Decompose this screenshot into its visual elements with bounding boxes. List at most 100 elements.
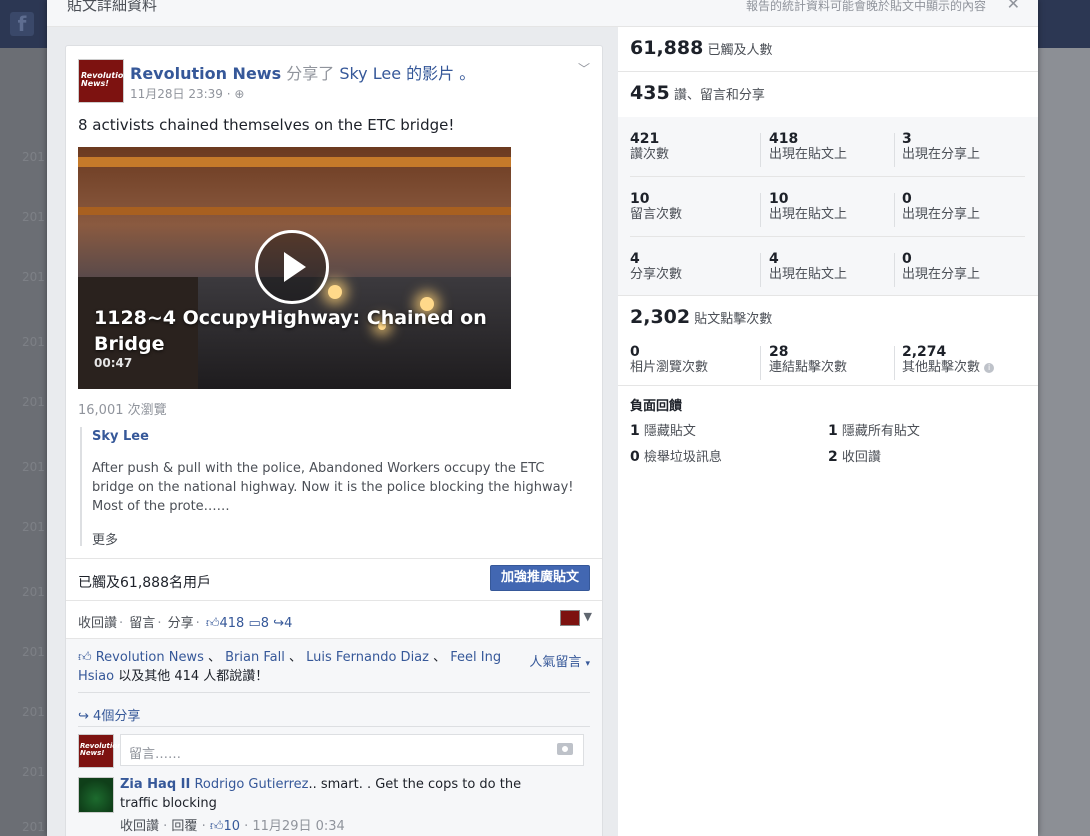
stat-label: 出現在分享上 [902,207,981,222]
comment-mention-link[interactable]: Rodrigo Gutierrez [194,777,308,792]
list-separator: 、 [288,650,302,665]
comment-reply-link[interactable]: 回覆 [171,819,197,834]
background-year-label: 201 [22,210,45,224]
stat-value: 4 [769,251,779,267]
stat-value: 418 [769,131,799,147]
stat-label: 出現在分享上 [902,147,981,162]
other-clicks-label: 其他點擊次數 [902,360,981,375]
background-year-label: 201 [22,645,45,659]
shares-link[interactable]: ↪ 4個分享 [78,705,140,724]
column-divider [894,193,895,227]
post-timestamp[interactable]: 11月28日 23:39 · ⊕ [130,85,244,102]
negative-label: 隱藏貼文 [643,424,696,439]
post-header: Revolution News 分享了 Sky Lee 的影片 。 [130,60,475,84]
shared-from-link[interactable]: Sky Lee [339,64,401,83]
comment-time[interactable]: 11月29日 0:34 [252,819,344,834]
negative-label: 檢舉垃圾訊息 [643,450,722,465]
commenter-avatar: Revolution News! [78,734,122,768]
video-thumbnail-beam [78,157,511,167]
comment-author-link[interactable]: Zia Haq II [120,777,190,792]
background-year-label: 201 [22,585,45,599]
share-count[interactable]: ↪4 [273,616,292,631]
column-divider [760,346,761,380]
liker-link[interactable]: Brian Fall [225,650,285,665]
likes-summary: 👍︎ Revolution News 、 Brian Fall 、 Luis F… [78,648,508,686]
like-icon: 👍︎ [78,650,92,665]
video-duration: 00:47 [94,356,133,370]
page-avatar[interactable]: Revolution News! [78,59,129,103]
like-icon: 👍︎ [209,819,224,834]
stat-value: 421 [630,131,660,147]
negative-value: 1 [630,423,640,439]
stat-cell: 2,274 其他點擊次數 i [902,344,1022,376]
stat-value: 4 [630,251,640,267]
stat-label: 出現在貼文上 [769,207,848,222]
negative-feedback-item: 2 收回讚 [828,446,881,465]
engagement-label: 讚、留言和分享 [673,88,765,103]
negative-feedback-item: 0 檢舉垃圾訊息 [630,446,722,465]
comment-body: Zia Haq II Rodrigo Gutierrez.. smart. . … [120,775,560,813]
stat-value: 10 [769,191,789,207]
column-divider [894,133,895,167]
quote-text: After push & pull with the police, Aband… [92,461,574,514]
unlike-link[interactable]: 收回讚 [78,616,117,631]
info-icon[interactable]: i [984,363,995,373]
boost-post-button[interactable]: 加強推廣貼文 [489,565,590,591]
stat-cell: 0 出現在分享上 [902,251,1022,283]
like-icon: 👍︎ [205,616,220,631]
comment-like-count[interactable]: 👍︎10 [210,819,240,834]
stat-cell: 3 出現在分享上 [902,131,1022,163]
row-divider [630,236,1025,237]
avatar-logo-text: Revolution News! [80,742,123,757]
column-divider [760,253,761,287]
comment-count-value: 8 [260,616,270,631]
comment-unlike-link[interactable]: 收回讚 [120,819,159,834]
stat-value: 10 [630,191,650,207]
video-player[interactable]: 1128~4 OccupyHighway: Chained on Bridge … [78,147,511,389]
comment-placeholder: 留言…… [129,747,182,762]
reach-value: 61,888 [630,37,704,59]
caret-down-icon: ▾ [585,659,590,669]
top-comments-dropdown[interactable]: 人氣留言 ▾ [529,651,590,670]
clicks-label: 貼文點擊次數 [694,312,773,327]
comment-link[interactable]: 留言 [129,616,155,631]
shared-video-link[interactable]: 的影片 。 [406,64,475,83]
share-icon: ↪ [273,616,285,631]
like-count[interactable]: 👍︎418 [206,616,244,631]
reach-label: 已觸及人數 [707,43,773,58]
post-stats-column: 61,888 已觸及人數 435 讚、留言和分享 421 讚次數 418 出現在貼文… [618,27,1038,836]
liker-link[interactable]: Revolution News [96,650,204,665]
share-count-value: 4 [284,616,293,631]
clicks-stat-line: 2,302 貼文點擊次數 [630,306,772,328]
share-link[interactable]: 分享 [168,616,194,631]
likes-suffix[interactable]: 以及其他 414 人都說讚！ [118,669,268,684]
video-title: 1128~4 OccupyHighway: Chained on Bridge [94,307,487,355]
globe-icon: ⊕ [234,87,245,101]
post-time-text: 11月28日 23:39 · [130,87,231,101]
comment-input[interactable]: 留言…… [120,734,584,766]
play-icon[interactable] [255,230,329,304]
stat-label: 出現在分享上 [902,267,981,282]
dialog-title: 貼文詳細資料 [67,0,158,14]
post-card: Revolution News! Revolution News 分享了 Sky… [65,45,603,836]
column-divider [894,253,895,287]
chevron-down-icon[interactable]: ﹀ [578,60,590,77]
stat-cell: 4 分享次數 [630,251,750,283]
quote-author-link[interactable]: Sky Lee [92,429,149,444]
close-icon[interactable]: ✕ [1007,0,1020,13]
stat-label: 其他點擊次數 i [902,360,1022,376]
stat-label: 相片瀏覽次數 [630,360,709,375]
camera-icon[interactable] [557,743,573,755]
comment-author-avatar[interactable] [78,777,114,813]
liker-link[interactable]: Luis Fernando Diaz [306,650,429,665]
post-as-page-selector[interactable] [560,610,580,626]
background-year-label: 201 [22,820,45,834]
stat-label: 分享次數 [630,267,683,282]
column-divider [760,133,761,167]
caret-down-icon[interactable]: ▼ [584,610,592,623]
clicks-value: 2,302 [630,306,691,328]
column-divider [894,346,895,380]
comment-count[interactable]: ▭8 [248,616,269,631]
see-more-link[interactable]: 更多 [92,529,118,548]
page-name-link[interactable]: Revolution News [130,64,281,83]
